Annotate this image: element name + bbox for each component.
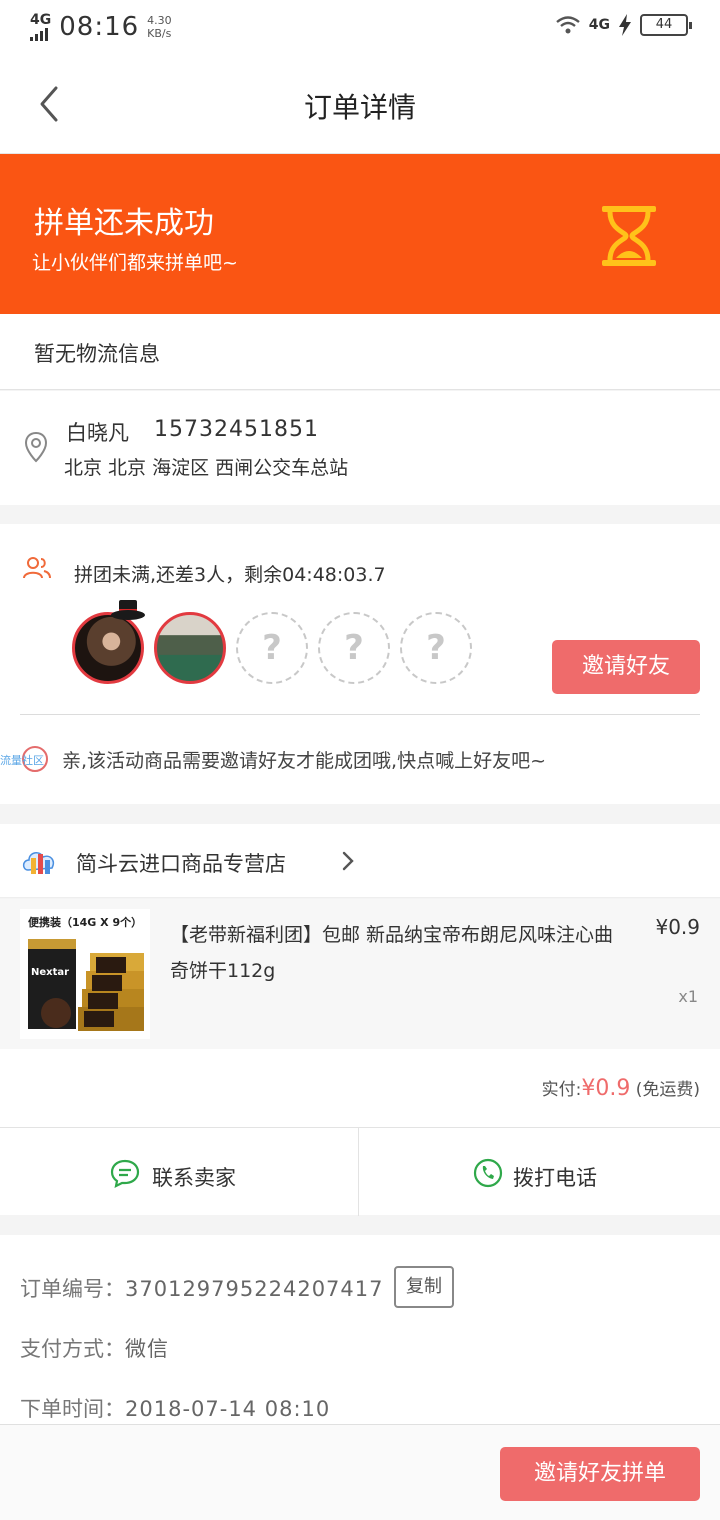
bottom-action-bar: 邀请好友拼单 bbox=[0, 1424, 720, 1520]
member-avatar bbox=[72, 612, 144, 684]
product-item[interactable]: 便携装（14G X 9个） Nextar 【老带新福利团】包邮 新品纳宝帝布朗尼… bbox=[0, 899, 720, 1049]
paid-label: 实付: bbox=[541, 1080, 582, 1100]
invite-friends-button[interactable]: 邀请好友 bbox=[552, 640, 700, 694]
order-number-label: 订单编号： bbox=[20, 1277, 125, 1301]
svg-text:Nextar: Nextar bbox=[31, 967, 69, 978]
divider bbox=[20, 714, 700, 715]
order-number: 370129795224207417 bbox=[125, 1277, 384, 1301]
page-title: 订单详情 bbox=[303, 91, 416, 124]
svg-text:便携装（14G X 9个）: 便携装（14G X 9个） bbox=[28, 915, 142, 929]
signal-icon bbox=[30, 27, 51, 41]
order-time-label: 下单时间： bbox=[20, 1397, 125, 1421]
shop-logo-icon bbox=[22, 852, 55, 874]
product-price: ¥0.9 bbox=[655, 915, 700, 939]
shop-header[interactable]: 简斗云进口商品专营店 bbox=[0, 824, 720, 898]
group-tip-text: 亲,该活动商品需要邀请好友才能成团哦,快点喊上好友吧~ bbox=[62, 750, 547, 772]
recipient-name: 白晓凡 bbox=[66, 421, 129, 445]
chevron-right-icon bbox=[342, 851, 354, 871]
recipient-phone: 15732451851 bbox=[154, 417, 319, 442]
call-phone-button[interactable]: 拨打电话 bbox=[359, 1128, 717, 1216]
status-subtitle: 让小伙伴们都来拼单吧~ bbox=[32, 252, 238, 274]
product-image: 便携装（14G X 9个） Nextar bbox=[20, 909, 150, 1039]
shipping-address: 白晓凡 15732451851 北京 北京 海淀区 西闸公交车总站 bbox=[0, 391, 720, 505]
clock: 08:16 bbox=[59, 12, 140, 42]
net-speed: 4.30 KB/s bbox=[147, 14, 172, 40]
product-quantity: x1 bbox=[678, 987, 698, 1006]
order-time: 2018-07-14 08:10 bbox=[125, 1397, 331, 1421]
empty-member-slot: ? bbox=[318, 612, 390, 684]
location-pin-icon bbox=[24, 431, 48, 463]
paid-amount: ¥0.9 bbox=[581, 1076, 631, 1101]
order-number-row: 订单编号：370129795224207417 bbox=[20, 1273, 384, 1303]
leader-hat-icon bbox=[111, 600, 145, 620]
pay-method-label: 支付方式： bbox=[20, 1337, 125, 1361]
payment-summary: 实付:¥0.9 (免运费) bbox=[0, 1049, 720, 1127]
charging-icon bbox=[619, 14, 631, 36]
nav-bar: 订单详情 bbox=[0, 56, 720, 154]
logistics-info[interactable]: 暂无物流信息 bbox=[0, 314, 720, 390]
copy-order-number-button[interactable]: 复制 bbox=[394, 1266, 454, 1308]
shipping-note: (免运费) bbox=[635, 1080, 700, 1100]
pay-method: 微信 bbox=[125, 1337, 169, 1361]
call-phone-label: 拨打电话 bbox=[513, 1166, 597, 1190]
order-status-banner: 拼单还未成功 让小伙伴们都来拼单吧~ bbox=[0, 154, 720, 314]
group-status-text: 拼团未满,还差3人，剩余04:48:03.7 bbox=[74, 564, 386, 586]
hourglass-icon bbox=[602, 206, 656, 266]
logistics-text: 暂无物流信息 bbox=[34, 342, 160, 366]
address-line: 北京 北京 海淀区 西闸公交车总站 bbox=[64, 457, 349, 479]
contact-actions: 联系卖家 拨打电话 bbox=[0, 1127, 720, 1216]
pay-method-row: 支付方式：微信 bbox=[20, 1333, 169, 1363]
order-info: 订单编号：370129795224207417 复制 支付方式：微信 下单时间：… bbox=[0, 1235, 720, 1435]
wifi-icon bbox=[556, 16, 580, 34]
watermark: 流量社区 bbox=[0, 754, 44, 767]
chat-icon bbox=[110, 1159, 140, 1188]
contact-seller-button[interactable]: 联系卖家 bbox=[0, 1128, 358, 1216]
invite-group-button[interactable]: 邀请好友拼单 bbox=[500, 1447, 700, 1501]
shop-name: 简斗云进口商品专营店 bbox=[76, 852, 286, 876]
status-title: 拼单还未成功 bbox=[34, 206, 214, 241]
product-title: 【老带新福利团】包邮 新品纳宝帝布朗尼风味注心曲奇饼干112g bbox=[170, 924, 614, 982]
network-type-right: 4G bbox=[588, 17, 610, 33]
network-type: 4G bbox=[30, 12, 52, 28]
order-time-row: 下单时间：2018-07-14 08:10 bbox=[20, 1393, 330, 1423]
phone-icon bbox=[473, 1158, 503, 1188]
empty-member-slot: ? bbox=[236, 612, 308, 684]
member-avatar bbox=[154, 612, 226, 684]
empty-member-slot: ? bbox=[400, 612, 472, 684]
group-buy-panel: 拼团未满,还差3人，剩余04:48:03.7 ? ? ? 邀请好友 流量社区 亲… bbox=[0, 524, 720, 804]
battery-icon: 44 bbox=[640, 14, 692, 36]
status-bar: 4G 08:16 4.30 KB/s 4G 44 bbox=[0, 0, 720, 56]
contact-seller-label: 联系卖家 bbox=[152, 1166, 236, 1190]
group-users-icon bbox=[23, 557, 51, 579]
